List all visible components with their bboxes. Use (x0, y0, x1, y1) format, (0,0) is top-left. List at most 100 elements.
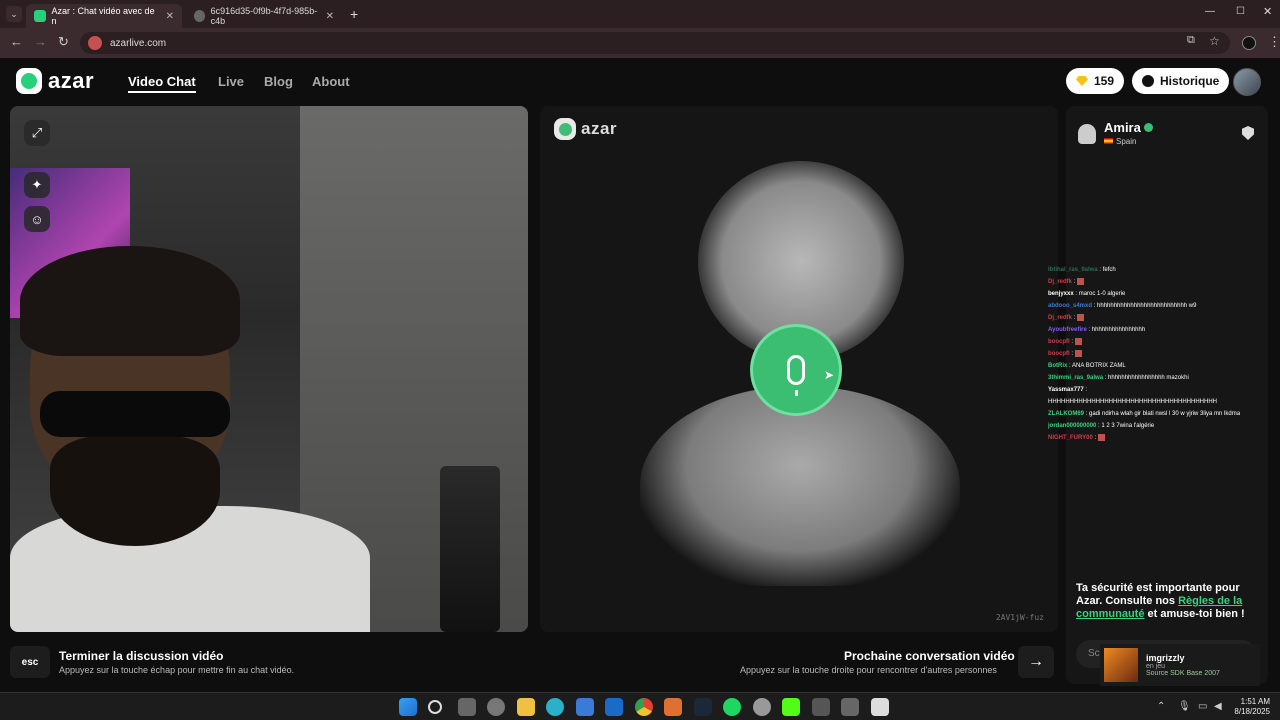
browser-address-bar: ← → ↻ azarlive.com ⧉ ☆ ⋮ (0, 28, 1280, 58)
history-button[interactable]: Historique (1132, 68, 1230, 94)
minimize-icon[interactable]: — (1205, 6, 1215, 17)
task-view-icon[interactable] (458, 698, 476, 716)
volume-tray-icon[interactable]: ◀ (1214, 701, 1222, 712)
reload-icon[interactable]: ↻ (58, 34, 69, 50)
back-icon[interactable]: ← (10, 34, 23, 49)
search-icon[interactable] (428, 700, 442, 714)
next-chat-title[interactable]: Prochaine conversation vidéo (844, 649, 1015, 663)
network-tray-icon[interactable]: ▭ (1198, 701, 1207, 712)
azar-logo-icon (16, 68, 42, 94)
file-explorer-icon[interactable] (517, 698, 535, 716)
chat-username: BotRix (1048, 363, 1068, 369)
browser-menu-icon[interactable]: ⋮ (1268, 34, 1280, 50)
stream-chat-message: abdooo_s4mxd : hhhhhhhhhhhhhhhhhhhhhhhhh… (1048, 300, 1280, 312)
chat-text: : ANA BOTRIX ZAML (1069, 363, 1126, 369)
stream-chat-message: Ibtihal_ras_9alwa : fefch (1048, 264, 1280, 276)
tab-second[interactable]: 6c916d35-0f9b-4f7d-985b-c4b ✕ (186, 4, 342, 28)
stream-chat-message: jordan000000000 : 1 2 3 7wina l'algérie (1048, 420, 1280, 432)
expand-icon[interactable]: ⤢ (24, 120, 50, 146)
close-tab-icon[interactable]: ✕ (166, 11, 174, 22)
maximize-icon[interactable]: ☐ (1236, 6, 1245, 17)
nav-live[interactable]: Live (218, 74, 244, 89)
forward-icon[interactable]: → (34, 34, 47, 49)
url-field[interactable]: azarlive.com (80, 32, 1230, 54)
nav-blog[interactable]: Blog (264, 74, 293, 89)
globe-icon (194, 10, 205, 22)
verified-icon (1143, 123, 1153, 132)
face-filter-icon[interactable]: ☺ (24, 206, 50, 232)
windows-start-icon[interactable] (399, 698, 417, 716)
new-tab-icon[interactable]: + (350, 6, 358, 22)
window-app-icon[interactable] (871, 698, 889, 716)
close-tab-icon[interactable]: ✕ (326, 11, 334, 22)
tray-expand-icon[interactable]: ⌃ (1157, 701, 1165, 712)
browser-tab-bar: ⌄ Azar : Chat vidéo avec de n ✕ 6c916d35… (0, 0, 1280, 28)
profile-icon[interactable] (1242, 36, 1256, 50)
partner-azar-logo: azar (554, 118, 617, 140)
chat-username: abdooo_s4mxd (1048, 303, 1093, 309)
site-info-icon[interactable] (88, 36, 102, 50)
chat-username: ZLALKOM69 (1048, 411, 1084, 417)
outlook-icon[interactable] (605, 698, 623, 716)
sparkle-effects-icon[interactable]: ✦ (24, 172, 50, 198)
chat-username: boocpfl (1048, 339, 1070, 345)
chat-text: : (1073, 279, 1076, 285)
steam-game-notification: imgrizzly en jeu Source SDK Base 2007 (1100, 644, 1260, 686)
nav-about[interactable]: About (312, 74, 350, 89)
kick-app-icon[interactable] (782, 698, 800, 716)
logo-text: azar (581, 119, 618, 138)
edge-browser-icon[interactable] (546, 698, 564, 716)
clock-icon (1142, 75, 1154, 87)
chat-text: : (1085, 387, 1088, 393)
report-shield-icon[interactable] (1242, 126, 1254, 140)
tool-app-icon[interactable] (841, 698, 859, 716)
gems-button[interactable]: 159 (1066, 68, 1125, 94)
end-chat-title[interactable]: Terminer la discussion vidéo (59, 649, 224, 663)
chat-username: Ayoubfreefire (1048, 327, 1087, 333)
notification-game: Source SDK Base 2007 (1146, 670, 1220, 677)
chat-text: : fefch (1099, 267, 1116, 273)
media-app-icon[interactable] (753, 698, 771, 716)
spotify-icon[interactable] (723, 698, 741, 716)
streaming-app-icon[interactable] (812, 698, 830, 716)
notification-user: imgrizzly (1146, 653, 1185, 663)
stream-chat-message: ZLALKOM69 : gadi ndirha wlah gir blati n… (1048, 408, 1280, 420)
partner-name: Amira (1104, 120, 1141, 135)
next-chat-button[interactable]: → (1018, 646, 1054, 678)
chat-text: : hhhhhhhhhhhhhhhhhhhhhhhhhhh w9 (1093, 303, 1197, 309)
microphone-tray-icon[interactable]: 🎙 (1178, 701, 1191, 712)
bookmark-star-icon[interactable]: ☆ (1209, 34, 1220, 48)
user-avatar[interactable] (1233, 68, 1261, 96)
chat-text: : hhhhhhhhhhhhhhhh (1088, 327, 1146, 333)
emote-icon (1077, 277, 1085, 285)
chrome-icon[interactable] (635, 698, 653, 716)
person-hair (20, 246, 240, 356)
emote-icon (1077, 313, 1085, 321)
chat-text: : (1094, 435, 1097, 441)
stream-chat-message: NIGHT_FURY00 : (1048, 432, 1280, 444)
esc-key-button[interactable]: esc (10, 646, 50, 678)
tab-azar[interactable]: Azar : Chat vidéo avec de n ✕ (26, 4, 182, 28)
system-clock[interactable]: 1:51 AM 8/18/2025 (1234, 697, 1270, 717)
chat-username: 3thimmi_ras_9alwa (1048, 375, 1104, 381)
stream-chat-message: boocpfl : (1048, 336, 1280, 348)
game-art (1104, 648, 1138, 682)
close-window-icon[interactable]: ✕ (1263, 5, 1272, 18)
stream-chat-message: 3thimmi_ras_9alwa : hhhhhhhhhhhhhhhhh ma… (1048, 372, 1280, 384)
person-icon (1078, 124, 1096, 144)
steam-icon[interactable] (694, 698, 712, 716)
store-icon[interactable] (576, 698, 594, 716)
tab-search-icon[interactable]: ⌄ (6, 6, 22, 22)
partner-profile[interactable]: Amira Spain (1078, 120, 1153, 146)
chat-text: : hhhhhhhhhhhhhhhhh mazokhi (1104, 375, 1189, 381)
nav-video-chat[interactable]: Video Chat (128, 74, 196, 93)
chat-username: boocpfl (1048, 351, 1070, 357)
azar-logo[interactable]: azar (16, 68, 94, 94)
install-app-icon[interactable]: ⧉ (1187, 34, 1195, 47)
app-a-icon[interactable] (664, 698, 682, 716)
microphone-icon (787, 355, 805, 396)
person-sunglasses (40, 391, 230, 437)
settings-gear-icon[interactable] (487, 698, 505, 716)
chat-username: Dj_redfk (1048, 279, 1073, 285)
chat-username: Dj_redfk (1048, 315, 1073, 321)
